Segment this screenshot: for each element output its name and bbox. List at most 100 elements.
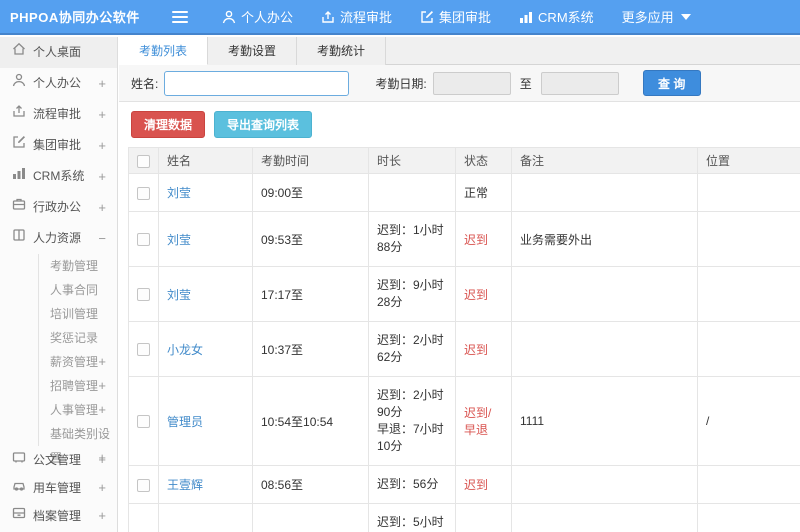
sidebar-item-personal-office[interactable]: 个人办公 + xyxy=(0,68,117,99)
date-from-input[interactable] xyxy=(432,71,511,95)
sidebar-subitem-attendance-mgmt[interactable]: 考勤管理 xyxy=(39,254,117,278)
expand-plus-icon[interactable]: + xyxy=(98,99,106,130)
select-all-checkbox[interactable] xyxy=(137,154,150,168)
expand-plus-icon[interactable]: + xyxy=(98,446,106,474)
tab-attendance-list[interactable]: 考勤列表 xyxy=(119,37,209,65)
export-list-button[interactable]: 导出查询列表 xyxy=(214,111,313,138)
nav-personal-office[interactable]: 个人办公 xyxy=(222,7,293,26)
location-cell xyxy=(697,266,800,322)
sidebar-item-group-approval[interactable]: 集团审批 + xyxy=(0,130,117,161)
sidebar-item-vehicle-mgmt[interactable]: 用车管理 + xyxy=(0,474,117,502)
nav-workflow-approval[interactable]: 流程审批 xyxy=(321,7,392,26)
edit-icon xyxy=(12,130,26,161)
expand-plus-icon[interactable]: + xyxy=(98,398,106,422)
name-cell[interactable]: 王壹辉 xyxy=(158,465,253,504)
top-header: PHPOA协同办公软件 个人办公 流程审批 集团审批 CRM系统 更多应用 xyxy=(0,0,800,35)
time-cell: 08:56至 xyxy=(252,465,369,504)
sidebar-item-document-mgmt[interactable]: 公文管理 + xyxy=(0,446,117,474)
name-cell[interactable]: 管理员 xyxy=(158,376,253,466)
nav-label: 集团审批 xyxy=(439,10,492,25)
remark-cell xyxy=(511,173,698,212)
sidebar-item-workflow-approval[interactable]: 流程审批 + xyxy=(0,99,117,130)
sidebar-item-label: 个人办公 xyxy=(33,76,82,90)
sidebar-subitem-hr-contract[interactable]: 人事合同 xyxy=(39,278,117,302)
user-icon xyxy=(12,68,26,99)
name-cell[interactable]: 刘莹 xyxy=(158,173,253,212)
row-checkbox[interactable] xyxy=(137,186,150,200)
col-time: 考勤时间 xyxy=(252,147,369,174)
time-cell: 10:37至 xyxy=(252,321,369,377)
expand-plus-icon[interactable]: + xyxy=(98,161,106,192)
col-duration: 时长 xyxy=(368,147,456,174)
nav-more-apps[interactable]: 更多应用 xyxy=(622,7,691,26)
expand-plus-icon[interactable]: + xyxy=(98,130,106,161)
search-button[interactable]: 查 询 xyxy=(642,70,701,96)
sidebar-item-human-resources[interactable]: 人力资源 − xyxy=(0,223,117,254)
expand-plus-icon[interactable]: + xyxy=(98,502,106,530)
app-window: PHPOA协同办公软件 个人办公 流程审批 集团审批 CRM系统 更多应用 个人 xyxy=(0,0,800,532)
sidebar-item-label: CRM系统 xyxy=(33,169,85,183)
expand-plus-icon[interactable]: + xyxy=(98,374,106,398)
col-location: 位置 xyxy=(697,147,800,174)
sidebar-item-label: 流程审批 xyxy=(33,107,82,121)
table-header-row: 姓名 考勤时间 时长 状态 备注 位置 xyxy=(128,147,800,174)
sidebar-item-archive-mgmt[interactable]: 档案管理 + xyxy=(0,502,117,530)
remark-cell xyxy=(511,321,698,377)
tab-attendance-stats[interactable]: 考勤统计 xyxy=(297,37,387,65)
archive-icon xyxy=(12,502,26,530)
expand-plus-icon[interactable]: + xyxy=(98,68,106,99)
sidebar-item-admin-office[interactable]: 行政办公 + xyxy=(0,192,117,223)
col-name: 姓名 xyxy=(158,147,253,174)
duration-cell xyxy=(368,173,456,212)
main-content: 考勤列表 考勤设置 考勤统计 姓名: 考勤日期: 至 查 询 清理数据 导出查询… xyxy=(119,37,800,532)
sidebar-item-label: 个人桌面 xyxy=(33,45,82,59)
row-checkbox[interactable] xyxy=(137,288,150,302)
tab-attendance-settings[interactable]: 考勤设置 xyxy=(208,37,298,65)
row-checkbox[interactable] xyxy=(137,233,150,247)
duration-cell: 迟到：2小时62分 xyxy=(368,321,456,377)
sidebar-item-crm-system[interactable]: CRM系统 + xyxy=(0,161,117,192)
location-cell xyxy=(697,465,800,504)
sidebar-subitem-base-category[interactable]: 基础类别设置 + xyxy=(39,422,117,465)
status-cell: 正常 xyxy=(455,173,512,212)
sidebar-subitem-label: 招聘管理 xyxy=(50,379,99,393)
expand-plus-icon[interactable]: + xyxy=(98,474,106,502)
sidebar-subitem-training-mgmt[interactable]: 培训管理 xyxy=(39,302,117,326)
expand-plus-icon[interactable]: + xyxy=(98,350,106,374)
collapse-minus-icon[interactable]: − xyxy=(98,223,106,254)
name-cell[interactable]: 小龙女 xyxy=(158,321,253,377)
table-row: 黄蓉 13:20至13:20 迟到：5小时33分 早退：4小时67分 迟到/早退… xyxy=(128,503,800,532)
row-checkbox[interactable] xyxy=(137,415,150,429)
to-label: 至 xyxy=(519,76,532,91)
date-to-input[interactable] xyxy=(540,71,619,95)
name-input[interactable] xyxy=(164,70,350,96)
table-row: 刘莹 09:00至 正常 xyxy=(128,173,800,212)
sidebar-item-personal-desktop[interactable]: 个人桌面 xyxy=(0,37,117,68)
hamburger-menu-icon[interactable] xyxy=(172,10,188,23)
sidebar-subitem-personnel-mgmt[interactable]: 人事管理 + xyxy=(39,398,117,422)
duration-cell: 迟到：1小时88分 xyxy=(368,211,456,267)
location-cell: / xyxy=(697,376,800,466)
row-checkbox[interactable] xyxy=(137,478,150,492)
sidebar-subitem-reward-record[interactable]: 奖惩记录 xyxy=(39,326,117,350)
book-icon xyxy=(12,223,26,254)
name-label: 姓名: xyxy=(131,76,159,91)
sidebar-subitem-salary-mgmt[interactable]: 薪资管理 + xyxy=(39,350,117,374)
clean-data-button[interactable]: 清理数据 xyxy=(131,111,206,138)
sidebar-subitem-label: 培训管理 xyxy=(50,307,99,321)
sidebar-subitem-recruit-mgmt[interactable]: 招聘管理 + xyxy=(39,374,117,398)
name-cell[interactable]: 刘莹 xyxy=(158,211,253,267)
name-cell[interactable]: 刘莹 xyxy=(158,266,253,322)
nav-group-approval[interactable]: 集团审批 xyxy=(420,7,491,26)
duration-cell: 迟到：9小时28分 xyxy=(368,266,456,322)
duration-cell: 迟到：5小时33分 早退：4小时67分 xyxy=(368,503,456,532)
row-checkbox[interactable] xyxy=(137,343,150,357)
table-row: 刘莹 17:17至 迟到：9小时28分 迟到 xyxy=(128,266,800,322)
name-cell[interactable]: 黄蓉 xyxy=(158,503,253,532)
sidebar-subitem-label: 人事管理 xyxy=(50,403,99,417)
nav-crm-system[interactable]: CRM系统 xyxy=(519,7,594,26)
nav-label: 流程审批 xyxy=(340,10,393,25)
status-cell: 迟到 xyxy=(455,211,512,267)
expand-plus-icon[interactable]: + xyxy=(98,192,106,223)
col-remark: 备注 xyxy=(511,147,698,174)
